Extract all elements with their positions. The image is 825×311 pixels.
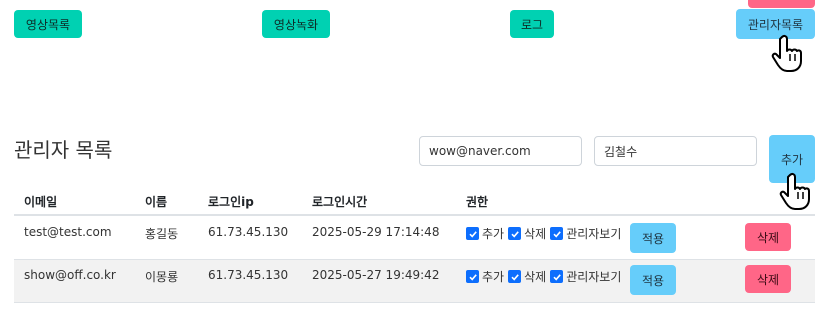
checkbox-add[interactable] — [466, 227, 479, 240]
hand-pointer-cursor-icon — [779, 172, 810, 210]
row-email: show@off.co.kr — [24, 268, 116, 282]
table-row: test@test.com 홍길동 61.73.45.130 2025-05-2… — [14, 216, 815, 259]
checkbox-checked-icon — [511, 273, 519, 281]
page-title: 관리자 목록 — [14, 138, 113, 162]
checkbox-label: 관리자보기 — [566, 227, 622, 241]
checkbox-label: 추가 — [482, 270, 505, 284]
checkbox-delete[interactable] — [508, 227, 522, 240]
nav-log-button[interactable]: 로그 — [510, 10, 554, 38]
checkbox-admin-view[interactable] — [550, 227, 564, 240]
row-ip: 61.73.45.130 — [208, 225, 289, 239]
checkbox-add[interactable] — [466, 270, 479, 283]
row-name: 이몽룡 — [145, 270, 179, 284]
checkbox-label: 삭제 — [524, 227, 547, 241]
row-login-time: 2025-05-27 19:49:42 — [312, 268, 440, 282]
column-header-ip: 로그인ip — [208, 195, 254, 209]
delete-button[interactable]: 삭제 — [745, 223, 791, 251]
checkbox-label: 삭제 — [524, 270, 547, 284]
checkbox-delete[interactable] — [508, 270, 522, 283]
checkbox-checked-icon — [468, 273, 477, 281]
permission-checkboxes: 추가 삭제 관리자보기 — [466, 225, 625, 242]
name-input[interactable] — [594, 136, 757, 166]
checkbox-checked-icon — [553, 273, 561, 281]
table-row: show@off.co.kr 이몽룡 61.73.45.130 2025-05-… — [14, 260, 815, 303]
checkbox-label: 추가 — [482, 227, 505, 241]
column-header-permissions: 권한 — [466, 195, 489, 209]
nav-video-list-button[interactable]: 영상목록 — [14, 10, 82, 38]
row-email: test@test.com — [24, 225, 112, 239]
partial-danger-button — [748, 0, 815, 8]
delete-button[interactable]: 삭제 — [745, 265, 791, 293]
row-name: 홍길동 — [145, 227, 179, 241]
checkbox-checked-icon — [553, 230, 561, 238]
checkbox-admin-view[interactable] — [550, 270, 564, 283]
hand-pointer-cursor-icon — [771, 34, 802, 72]
permission-checkboxes: 추가 삭제 관리자보기 — [466, 268, 625, 285]
column-header-login-time: 로그인시간 — [312, 195, 368, 209]
apply-button[interactable]: 적용 — [630, 223, 676, 253]
row-ip: 61.73.45.130 — [208, 268, 289, 282]
column-header-name: 이름 — [145, 195, 168, 209]
apply-button[interactable]: 적용 — [630, 265, 676, 295]
row-login-time: 2025-05-29 17:14:48 — [312, 225, 440, 239]
row-divider — [14, 302, 815, 303]
column-header-email: 이메일 — [24, 195, 58, 209]
checkbox-label: 관리자보기 — [566, 270, 622, 284]
nav-video-record-button[interactable]: 영상녹화 — [262, 10, 330, 38]
checkbox-checked-icon — [511, 230, 519, 238]
checkbox-checked-icon — [468, 230, 477, 238]
email-input[interactable] — [419, 136, 582, 166]
